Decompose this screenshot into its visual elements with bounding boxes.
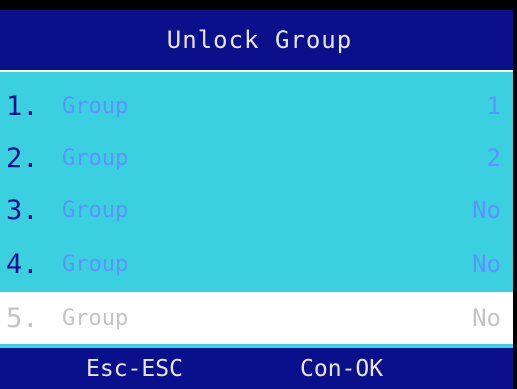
screen-title: Unlock Group [166, 26, 353, 54]
device-screen: Unlock Group 1. Group 1 2. Group 2 3. Gr… [0, 0, 517, 389]
item-label: Group [62, 305, 129, 331]
item-value: No [472, 304, 501, 332]
item-label: Group [62, 197, 129, 223]
list-item-group-2[interactable]: 2. Group 2 [0, 132, 513, 184]
list-item-group-1[interactable]: 1. Group 1 [0, 80, 513, 132]
list-item-group-3[interactable]: 3. Group No [0, 184, 513, 236]
item-label: Group [62, 251, 129, 277]
title-bar: Unlock Group [0, 10, 513, 70]
item-number: 2. [6, 142, 39, 174]
item-label: Group [62, 145, 129, 171]
item-value: No [472, 196, 501, 224]
item-number: 1. [6, 90, 39, 122]
list-item-group-4[interactable]: 4. Group No [0, 238, 513, 290]
item-value: No [472, 250, 501, 278]
ok-softkey[interactable]: Con-OK [300, 356, 383, 382]
item-number: 4. [6, 248, 39, 280]
item-number: 3. [6, 194, 39, 226]
item-value: 1 [486, 92, 501, 120]
softkey-bar: Esc-ESC Con-OK [0, 348, 513, 389]
list-item-group-5[interactable]: 5. Group No [0, 292, 513, 344]
item-label: Group [62, 93, 129, 119]
item-number: 5. [6, 302, 39, 334]
group-list: 1. Group 1 2. Group 2 3. Group No 4. Gro… [0, 70, 513, 348]
esc-softkey[interactable]: Esc-ESC [86, 356, 183, 382]
item-value: 2 [486, 144, 501, 172]
